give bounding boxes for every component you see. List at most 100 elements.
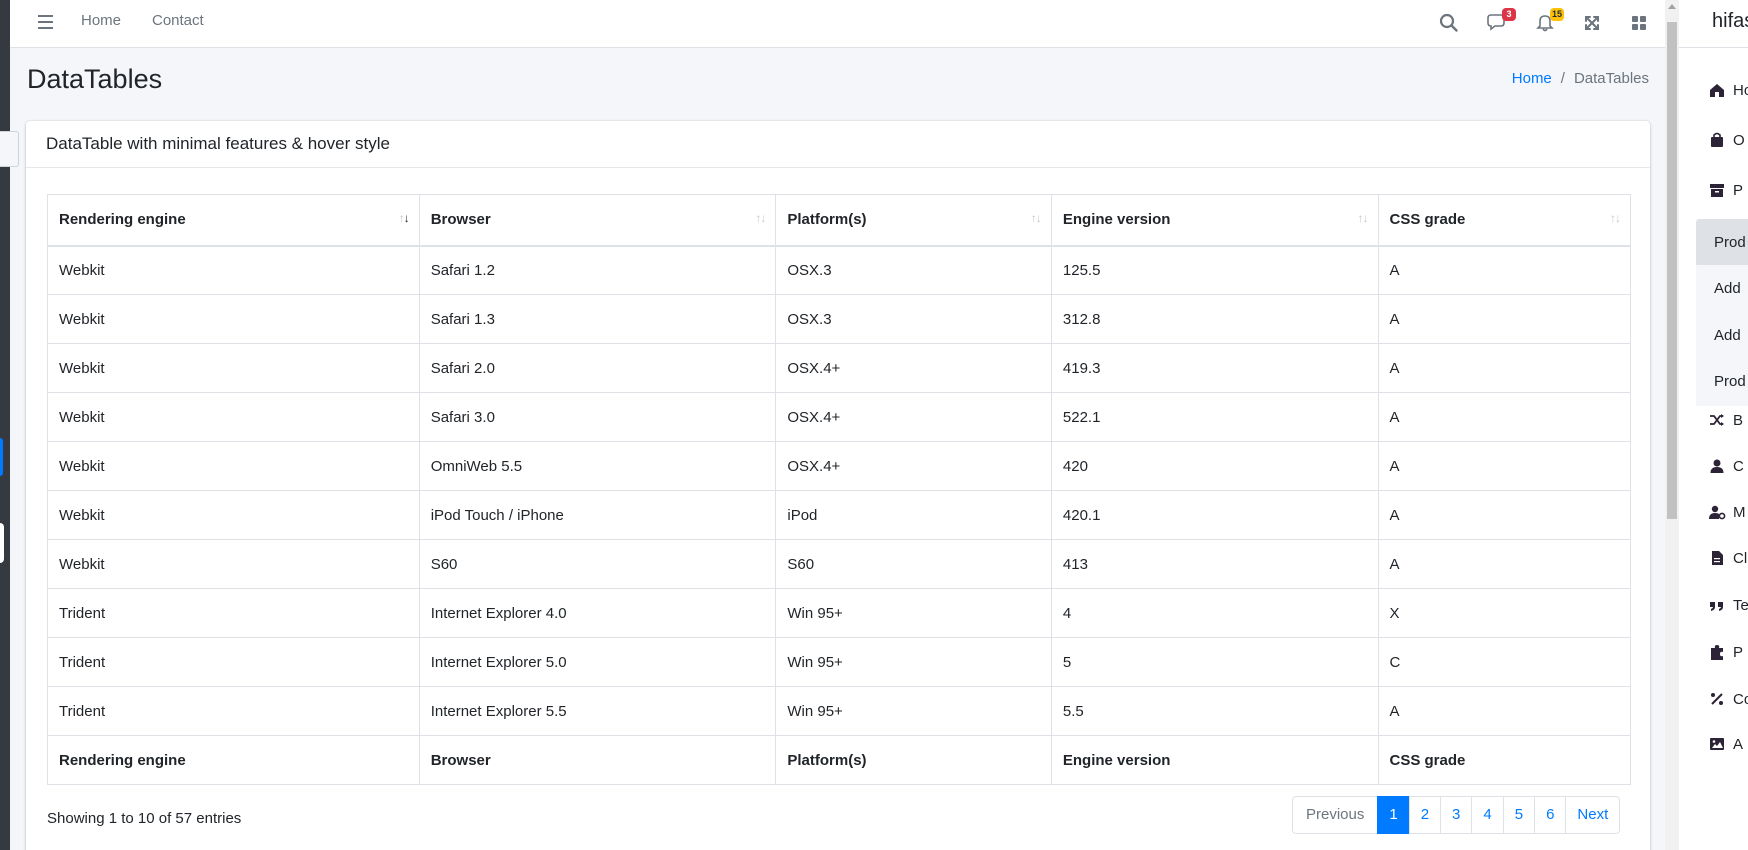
table-cell: OSX.3	[775, 294, 1052, 344]
column-header-css-grade[interactable]: CSS grade ↑↓	[1377, 194, 1631, 247]
archive-icon	[1708, 181, 1726, 199]
messages-icon[interactable]: 3	[1484, 8, 1516, 36]
table-row[interactable]: Webkit iPod Touch / iPhone iPod 420.1 A	[47, 490, 1631, 540]
percent-icon	[1708, 690, 1726, 708]
sidebar-item[interactable]: Cl	[1679, 539, 1748, 579]
file-icon	[1708, 549, 1726, 567]
collapsed-panel-tab[interactable]	[0, 131, 19, 167]
column-header-rendering-engine[interactable]: Rendering engine ↑↓	[47, 194, 420, 247]
sidebar-submenu-label: Prod	[1714, 234, 1746, 251]
sidebar-item[interactable]: Te	[1679, 586, 1748, 626]
notifications-bell-icon[interactable]: 15	[1532, 8, 1564, 36]
table-info: Showing 1 to 10 of 57 entries	[47, 810, 242, 827]
nav-link-contact[interactable]: Contact	[152, 12, 204, 29]
table-row[interactable]: Webkit Safari 2.0 OSX.4+ 419.3 A	[47, 343, 1631, 393]
messages-badge: 3	[1502, 8, 1516, 21]
table-row[interactable]: Webkit Safari 1.3 OSX.3 312.8 A	[47, 294, 1631, 344]
sidebar-submenu-item[interactable]: Add	[1696, 312, 1748, 360]
breadcrumb: Home / DataTables	[1512, 70, 1649, 87]
table-cell: Win 95+	[775, 588, 1052, 638]
table-cell: Internet Explorer 5.0	[418, 637, 777, 687]
table-header-row: Rendering engine ↑↓ Browser ↑↓ Platform(s)…	[47, 194, 1631, 247]
table-cell: A	[1377, 343, 1631, 393]
table-cell: 522.1	[1050, 392, 1379, 442]
sidebar-item[interactable]: P	[1679, 171, 1748, 211]
table-row[interactable]: Webkit Safari 3.0 OSX.4+ 522.1 A	[47, 392, 1631, 442]
page-scrollbar[interactable]	[1665, 0, 1679, 850]
pagination-page-2[interactable]: 2	[1408, 796, 1442, 834]
table-row[interactable]: Webkit OmniWeb 5.5 OSX.4+ 420 A	[47, 441, 1631, 491]
table-cell: 413	[1050, 539, 1379, 589]
table-cell: A	[1377, 686, 1631, 736]
sidebar-item[interactable]: C	[1679, 447, 1748, 487]
pagination-page-3[interactable]: 3	[1440, 796, 1473, 834]
sidebar-item-label: C	[1733, 458, 1744, 475]
table-cell: OSX.4+	[775, 343, 1052, 393]
table-cell: Internet Explorer 5.5	[418, 686, 777, 736]
sidebar-item[interactable]: Co	[1679, 680, 1748, 720]
pagination-page-4[interactable]: 4	[1471, 796, 1504, 834]
sidebar-item[interactable]: B	[1679, 401, 1748, 441]
table-row[interactable]: Trident Internet Explorer 5.0 Win 95+ 5 C	[47, 637, 1631, 687]
brand-text[interactable]: hifas	[1712, 10, 1748, 33]
sidebar-item[interactable]: P	[1679, 633, 1748, 673]
pagination-page-5[interactable]: 5	[1502, 796, 1536, 834]
shuffle-icon	[1708, 411, 1726, 429]
grid-apps-icon[interactable]	[1626, 10, 1652, 36]
table-cell: A	[1377, 539, 1631, 589]
breadcrumb-home-link[interactable]: Home	[1512, 70, 1552, 87]
shopping-bag-icon	[1708, 131, 1726, 149]
sidebar-item[interactable]: Ho	[1679, 71, 1748, 111]
sidebar-item-label: Te	[1733, 597, 1748, 614]
table-footer-row: Rendering engine Browser Platform(s) Eng…	[47, 735, 1631, 785]
breadcrumb-separator: /	[1560, 70, 1565, 87]
table-cell: Webkit	[47, 294, 420, 344]
user-gear-icon	[1708, 503, 1726, 521]
table-cell: A	[1377, 490, 1631, 540]
table-row[interactable]: Trident Internet Explorer 4.0 Win 95+ 4 X	[47, 588, 1631, 638]
data-table: Rendering engine ↑↓ Browser ↑↓ Platform(s)…	[47, 194, 1631, 785]
sort-icon: ↑↓	[1610, 211, 1621, 225]
hamburger-menu-icon[interactable]	[34, 11, 58, 35]
sidebar-item-label: P	[1733, 644, 1744, 661]
search-icon[interactable]	[1436, 10, 1462, 36]
pagination-next[interactable]: Next	[1565, 796, 1621, 834]
table-cell: 4	[1050, 588, 1379, 638]
table-row[interactable]: Webkit S60 S60 413 A	[47, 539, 1631, 589]
table-cell: Webkit	[47, 539, 420, 589]
sidebar-item[interactable]: O	[1679, 121, 1748, 161]
sidebar-item-label: Ho	[1733, 82, 1748, 99]
footer-platforms: Platform(s)	[775, 735, 1052, 785]
sidebar-item-label: B	[1733, 412, 1744, 429]
table-row[interactable]: Trident Internet Explorer 5.5 Win 95+ 5.5 A	[47, 686, 1631, 736]
sidebar-item[interactable]: A	[1679, 725, 1748, 765]
table-cell: OSX.3	[775, 245, 1052, 295]
table-cell: Safari 3.0	[418, 392, 777, 442]
sidebar-item-label: M	[1733, 504, 1746, 521]
sidebar-submenu-item[interactable]: Add	[1696, 265, 1748, 313]
fullscreen-expand-icon[interactable]	[1579, 10, 1605, 36]
breadcrumb-current: DataTables	[1573, 70, 1649, 87]
scroll-up-arrow-icon[interactable]	[1668, 4, 1676, 9]
column-header-engine-version[interactable]: Engine version ↑↓	[1050, 194, 1379, 247]
table-cell: Trident	[47, 686, 420, 736]
scrollbar-thumb[interactable]	[1667, 22, 1677, 519]
nav-link-home[interactable]: Home	[81, 12, 121, 29]
pagination-previous[interactable]: Previous	[1292, 796, 1379, 834]
sidebar-submenu-item[interactable]: Prod	[1696, 358, 1748, 406]
sidebar-item-label: P	[1733, 182, 1744, 199]
user-icon	[1708, 457, 1726, 475]
sidebar-submenu-item[interactable]: Prod	[1696, 219, 1748, 267]
sidebar-item[interactable]: M	[1679, 493, 1748, 533]
column-header-browser[interactable]: Browser ↑↓	[418, 194, 777, 247]
pagination-page-6[interactable]: 6	[1534, 796, 1567, 834]
table-cell: A	[1377, 245, 1631, 295]
column-header-platforms[interactable]: Platform(s) ↑↓	[775, 194, 1052, 247]
table-cell: Webkit	[47, 490, 420, 540]
table-row[interactable]: Webkit Safari 1.2 OSX.3 125.5 A	[47, 245, 1631, 295]
footer-browser: Browser	[418, 735, 777, 785]
table-cell: 5	[1050, 637, 1379, 687]
sort-icon: ↑↓	[1030, 211, 1042, 225]
sidebar-submenu-label: Prod	[1714, 373, 1746, 390]
pagination-page-1[interactable]: 1	[1377, 796, 1410, 834]
